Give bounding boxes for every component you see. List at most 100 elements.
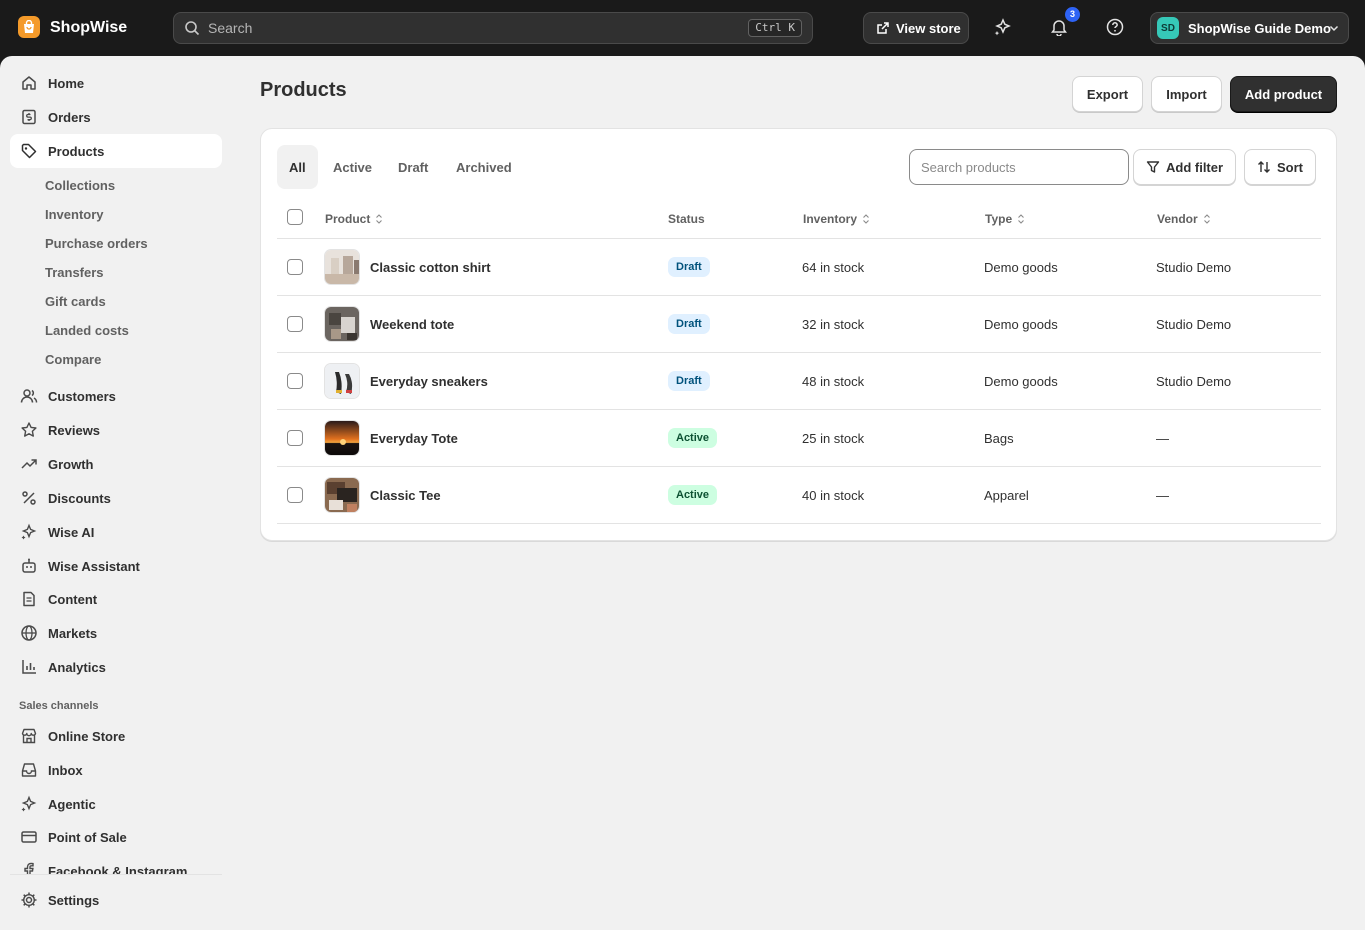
column-header-label: Product [325, 212, 371, 226]
bag-icon [24, 20, 34, 33]
sidebar-item-markets[interactable]: Markets [10, 616, 222, 650]
export-button[interactable]: Export [1072, 76, 1143, 112]
product-thumbnail [324, 420, 360, 456]
shopwise-logo[interactable] [18, 16, 40, 38]
external-link-icon [877, 22, 889, 34]
account-name: ShopWise Guide Demo [1188, 20, 1331, 36]
sidebar-item-content[interactable]: Content [10, 582, 222, 616]
sparkle-icon [19, 522, 39, 542]
sidebar-item-point-of-sale[interactable]: Point of Sale [10, 820, 222, 854]
tab-draft[interactable]: Draft [386, 145, 440, 189]
gear-icon [19, 890, 39, 910]
sidebar-item-label: Products [48, 143, 105, 159]
sidebar-item-customers[interactable]: Customers [10, 379, 222, 413]
sort-label: Sort [1277, 159, 1303, 175]
filter-icon [1146, 161, 1160, 173]
global-search[interactable]: Search Ctrl K [173, 12, 813, 44]
sidebar-item-wise-assistant[interactable]: Wise Assistant [10, 549, 222, 583]
vendor-cell: — [1156, 488, 1169, 503]
brand-name: ShopWise [50, 19, 128, 36]
sidebar-sub-inventory[interactable]: Inventory [45, 207, 104, 223]
column-header-inventory[interactable]: Inventory [803, 212, 871, 226]
search-icon [185, 21, 200, 36]
sidebar-item-label: Agentic [48, 796, 96, 812]
sidebar-item-label: Wise Assistant [48, 558, 140, 574]
row-checkbox[interactable] [287, 259, 303, 275]
status-badge: Active [668, 428, 718, 448]
table-row[interactable]: Everyday sneakers Draft 48 in stock Demo… [277, 353, 1321, 410]
sidebar-scroll[interactable]: Home Orders Products Collections Invento… [0, 56, 232, 874]
chevron-down-icon [1329, 25, 1339, 32]
view-store-button[interactable]: View store [863, 12, 969, 44]
wise-ai-button[interactable] [992, 16, 1014, 38]
select-all-checkbox[interactable] [287, 209, 303, 225]
help-button[interactable] [1104, 16, 1126, 38]
column-header-product[interactable]: Product [325, 212, 384, 226]
table-row[interactable]: Weekend tote Draft 32 in stock Demo good… [277, 296, 1321, 353]
product-name[interactable]: Weekend tote [370, 317, 454, 332]
table-row[interactable]: Classic cotton shirt Draft 64 in stock D… [277, 239, 1321, 296]
sidebar-item-reviews[interactable]: Reviews [10, 413, 222, 447]
app-shell: Home Orders Products Collections Invento… [0, 56, 1365, 930]
sidebar: Home Orders Products Collections Invento… [0, 56, 232, 930]
sales-channels-heading: Sales channels [19, 700, 99, 712]
row-checkbox[interactable] [287, 373, 303, 389]
column-header-label: Inventory [803, 212, 858, 226]
notification-badge: 3 [1065, 7, 1080, 22]
product-thumbnail [324, 477, 360, 513]
tab-all[interactable]: All [277, 145, 318, 189]
sidebar-item-analytics[interactable]: Analytics [10, 650, 222, 684]
sidebar-sub-purchase-orders[interactable]: Purchase orders [45, 236, 148, 252]
percent-icon [19, 488, 39, 508]
search-products-input[interactable] [909, 149, 1129, 185]
sidebar-item-settings[interactable]: Settings [10, 883, 222, 917]
table-row[interactable]: Everyday Tote Active 25 in stock Bags — [277, 410, 1321, 467]
product-name[interactable]: Everyday sneakers [370, 374, 488, 389]
sidebar-item-label: Customers [48, 388, 116, 404]
sidebar-item-orders[interactable]: Orders [10, 100, 222, 134]
row-checkbox[interactable] [287, 316, 303, 332]
table-row[interactable]: Classic Tee Active 40 in stock Apparel — [277, 467, 1321, 524]
status-badge: Draft [668, 371, 710, 391]
sidebar-item-discounts[interactable]: Discounts [10, 481, 222, 515]
account-menu[interactable]: SD ShopWise Guide Demo [1150, 12, 1349, 44]
sparkle-icon [19, 794, 39, 814]
avatar: SD [1157, 17, 1179, 39]
column-header-vendor[interactable]: Vendor [1157, 212, 1212, 226]
sidebar-item-wise-ai[interactable]: Wise AI [10, 515, 222, 549]
tab-active[interactable]: Active [321, 145, 384, 189]
star-icon [19, 420, 39, 440]
sidebar-item-home[interactable]: Home [10, 66, 222, 100]
sidebar-item-online-store[interactable]: Online Store [10, 719, 222, 753]
sidebar-item-products[interactable]: Products [10, 134, 222, 168]
sidebar-sub-gift-cards[interactable]: Gift cards [45, 294, 106, 310]
sidebar-sub-transfers[interactable]: Transfers [45, 265, 104, 281]
tab-archived[interactable]: Archived [444, 145, 524, 189]
column-header-type[interactable]: Type [985, 212, 1026, 226]
product-name[interactable]: Everyday Tote [370, 431, 458, 446]
type-cell: Apparel [984, 488, 1029, 503]
sidebar-item-label: Point of Sale [48, 829, 127, 845]
robot-icon [19, 556, 39, 576]
help-icon [1106, 18, 1124, 36]
sort-button[interactable]: Sort [1244, 149, 1316, 185]
sidebar-sub-landed-costs[interactable]: Landed costs [45, 323, 129, 339]
sidebar-item-facebook-instagram[interactable]: Facebook & Instagram [10, 854, 222, 874]
sidebar-sub-compare[interactable]: Compare [45, 352, 101, 368]
sidebar-item-label: Home [48, 75, 85, 91]
inventory-cell: 40 in stock [802, 488, 865, 503]
add-filter-button[interactable]: Add filter [1133, 149, 1237, 185]
row-checkbox[interactable] [287, 487, 303, 503]
product-name[interactable]: Classic Tee [370, 488, 441, 503]
product-name[interactable]: Classic cotton shirt [370, 260, 491, 275]
row-checkbox[interactable] [287, 430, 303, 446]
sidebar-item-growth[interactable]: Growth [10, 447, 222, 481]
sidebar-item-inbox[interactable]: Inbox [10, 753, 222, 787]
sidebar-item-agentic[interactable]: Agentic [10, 787, 222, 821]
sort-arrows-icon [376, 214, 383, 224]
sidebar-sub-collections[interactable]: Collections [45, 178, 115, 194]
type-cell: Demo goods [984, 260, 1058, 275]
add-product-button[interactable]: Add product [1230, 76, 1337, 112]
import-button[interactable]: Import [1151, 76, 1222, 112]
inbox-icon [19, 760, 39, 780]
